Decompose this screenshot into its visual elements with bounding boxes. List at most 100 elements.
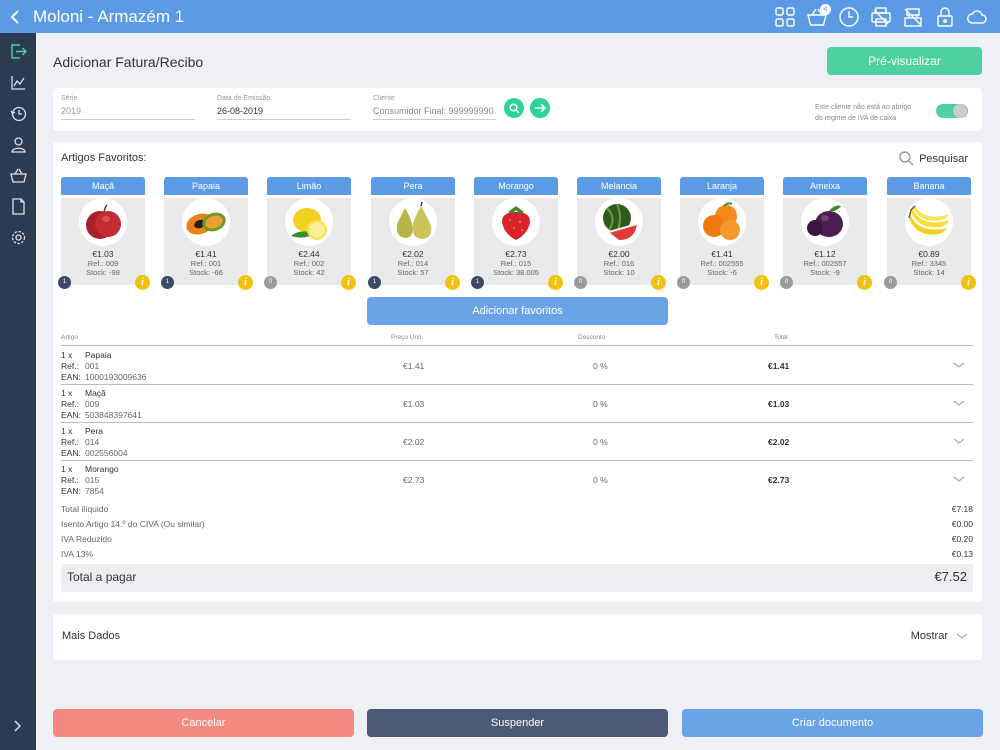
preview-button[interactable]: Pré-visualizar [827, 47, 982, 75]
info-icon[interactable]: i [445, 275, 460, 290]
favorite-product-pera[interactable]: Pera €2.02 Ref.: 014 Stock: 57 1 i [368, 177, 460, 290]
product-qty-badge: 0 [264, 276, 277, 289]
favorite-product-papaia[interactable]: Papaia €1.41 Ref.: 001 Stock: -66 1 i [161, 177, 253, 290]
cash-register-button[interactable] [902, 6, 924, 28]
sidebar-item-settings[interactable] [0, 222, 36, 253]
row-description: 1 x Maçã Ref.: 009 EAN: 503848397641 [61, 388, 142, 421]
create-document-button[interactable]: Criar documento [682, 709, 983, 737]
total-label: Total a pagar [67, 570, 137, 584]
grid-button[interactable] [774, 6, 796, 28]
arrow-right-icon [535, 103, 546, 113]
row-name: Morango [85, 464, 119, 474]
favorites-search-button[interactable]: Pesquisar [899, 151, 968, 166]
back-button[interactable] [0, 0, 30, 33]
sidebar-item-history[interactable] [0, 98, 36, 129]
info-icon[interactable]: i [857, 275, 872, 290]
client-search-button[interactable] [504, 98, 524, 118]
document-header-card: Série 2019 Data de Emissão 26-08-2019 Cl… [53, 88, 982, 131]
info-icon[interactable]: i [341, 275, 356, 290]
info-icon[interactable]: i [754, 275, 769, 290]
table-row[interactable]: 1 x Papaia Ref.: 001 EAN: 1000193009636 €1.… [61, 347, 973, 385]
favorite-product-morango[interactable]: Morango €2.73 Ref.: 015 Stock: 38.005 1 … [471, 177, 563, 290]
info-icon[interactable]: i [238, 275, 253, 290]
client-field[interactable]: Cliente Consumidor Final: 999999990 [373, 95, 496, 120]
chevron-down-icon[interactable] [953, 473, 965, 485]
cloud-button[interactable] [966, 6, 988, 28]
sidebar [0, 33, 36, 750]
row-ref: 001 [85, 361, 100, 371]
product-ref: Ref.: 3345 [911, 259, 947, 268]
series-field[interactable]: Série 2019 [61, 95, 195, 120]
total-to-pay: Total a pagar €7.52 [61, 564, 973, 592]
table-row[interactable]: 1 x Maçã Ref.: 009 EAN: 503848397641 €1.03 … [61, 385, 973, 423]
info-icon[interactable]: i [135, 275, 150, 290]
favorite-product-banana[interactable]: Banana €0.89 Ref.: 3345 Stock: 14 0 i [884, 177, 976, 290]
date-field[interactable]: Data de Emissão 26-08-2019 [217, 95, 351, 120]
cancel-button[interactable]: Cancelar [53, 709, 354, 737]
table-row[interactable]: 1 x Morango Ref.: 015 EAN: 7854 €2.73 0 % €… [61, 461, 973, 499]
row-total: €1.41 [768, 361, 790, 371]
table-row[interactable]: 1 x Pera Ref.: 014 EAN: 002556004 €2.02 0 %… [61, 423, 973, 461]
product-name: Banana [887, 177, 971, 195]
chart-icon [10, 76, 25, 90]
info-icon[interactable]: i [961, 275, 976, 290]
favorite-product-limao[interactable]: Limão €2.44 Ref.: 002 Stock: 42 0 i [264, 177, 356, 290]
apple-image [79, 198, 127, 246]
product-qty-badge: 0 [780, 276, 793, 289]
sidebar-item-exit[interactable] [0, 36, 36, 67]
product-name: Morango [474, 177, 558, 195]
printer-button[interactable] [870, 6, 892, 28]
watermelon-image [595, 198, 643, 246]
chevron-down-icon[interactable] [953, 359, 965, 371]
more-data-title: Mais Dados [62, 630, 121, 642]
more-data-card: Mais Dados Mostrar [53, 614, 982, 660]
history-button[interactable] [838, 6, 860, 28]
row-name: Papaia [85, 350, 112, 360]
sidebar-item-stats[interactable] [0, 67, 36, 98]
info-icon[interactable]: i [651, 275, 666, 290]
product-stock: Stock: 14 [913, 268, 945, 277]
favorite-product-laranja[interactable]: Laranja €1.41 Ref.: 002555 Stock: -6 0 i [677, 177, 769, 290]
date-value: 26-08-2019 [217, 106, 351, 120]
sidebar-item-products[interactable] [0, 160, 36, 191]
favorite-product-maca[interactable]: Maçã €1.03 Ref.: 009 Stock: -98 1 i [58, 177, 150, 290]
product-stock: Stock: -98 [86, 268, 120, 277]
product-price: €1.41 [711, 249, 733, 259]
sidebar-item-clients[interactable] [0, 129, 36, 160]
papaya-image [182, 198, 230, 246]
orange-image [698, 198, 746, 246]
product-ref: Ref.: 015 [500, 259, 532, 268]
favorite-product-ameixa[interactable]: Ameixa €1.12 Ref.: 002557 Stock: -9 0 i [780, 177, 872, 290]
row-price: €1.41 [403, 361, 425, 371]
client-next-button[interactable] [530, 98, 550, 118]
cart-button[interactable]: 4 [806, 3, 831, 28]
row-ean: 503848397641 [85, 410, 142, 420]
product-name: Ameixa [783, 177, 867, 195]
product-stock: Stock: 57 [397, 268, 429, 277]
document-icon [11, 198, 25, 215]
product-qty-badge: 1 [161, 276, 174, 289]
iva-cash-toggle[interactable] [936, 104, 968, 118]
sidebar-expand-button[interactable] [0, 714, 36, 738]
client-label: Cliente [373, 95, 395, 102]
info-icon[interactable]: i [548, 275, 563, 290]
product-name: Papaia [164, 177, 248, 195]
chevron-down-icon[interactable] [953, 435, 965, 447]
product-ref: Ref.: 001 [190, 259, 222, 268]
row-ean: 1000193009636 [85, 372, 147, 382]
add-favorites-button[interactable]: Adicionar favoritos [367, 297, 668, 325]
total-value: €7.52 [934, 569, 967, 584]
favorite-product-melancia[interactable]: Melancia €2.00 Ref.: 016 Stock: 10 0 i [574, 177, 666, 290]
product-ref: Ref.: 002555 [700, 259, 744, 268]
sidebar-item-documents[interactable] [0, 191, 36, 222]
chevron-down-icon[interactable] [953, 397, 965, 409]
more-data-toggle[interactable]: Mostrar [911, 630, 968, 642]
suspend-button[interactable]: Suspender [367, 709, 668, 737]
product-price: €2.02 [402, 249, 424, 259]
product-qty-badge: 0 [574, 276, 587, 289]
product-stock: Stock: -9 [810, 268, 840, 277]
row-qty: 1 x [61, 464, 73, 474]
row-total: €2.02 [768, 437, 790, 447]
lock-button[interactable] [934, 6, 956, 28]
chevron-down-icon [956, 633, 968, 639]
